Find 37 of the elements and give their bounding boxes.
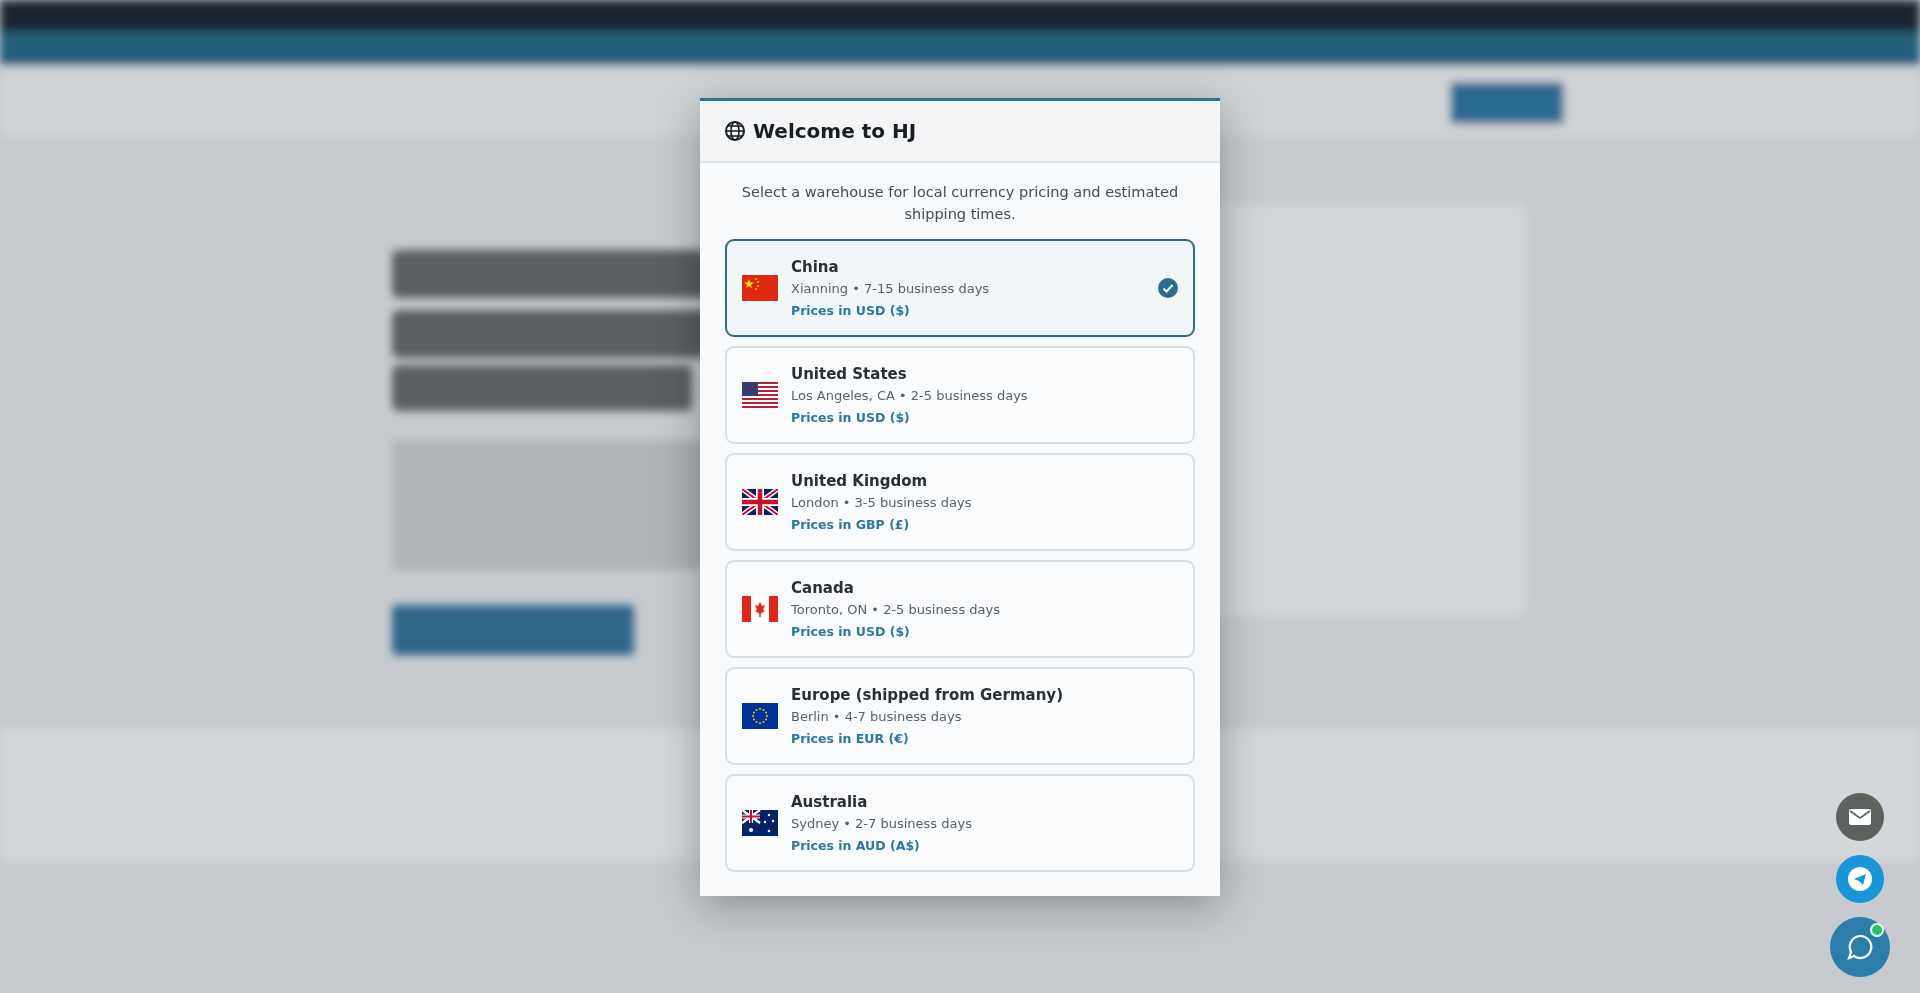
chat-bubble-icon xyxy=(1846,933,1874,961)
flag-icon xyxy=(742,382,778,408)
check-icon xyxy=(1158,278,1178,298)
warehouse-detail: Sydney • 2-7 business days xyxy=(791,816,973,831)
currency-label: Prices in USD ($) xyxy=(791,410,911,425)
currency-label: Prices in EUR (€) xyxy=(791,731,910,746)
warehouse-name: Canada xyxy=(791,579,855,597)
intro-text: Select a warehouse for local currency pricing and estimated shipping times. xyxy=(740,183,1180,224)
warehouse-name: Australia xyxy=(791,793,869,811)
telegram-icon xyxy=(1848,867,1872,891)
globe-icon xyxy=(725,121,745,141)
warehouse-detail: London • 3-5 business days xyxy=(791,495,973,510)
warehouse-detail: Berlin • 4-7 business days xyxy=(791,709,963,724)
flag-icon xyxy=(742,489,778,515)
currency-label: Prices in USD ($) xyxy=(791,624,911,639)
dialog-title: Welcome to HJ xyxy=(753,119,917,143)
warehouse-detail: Toronto, ON • 2-5 business days xyxy=(791,602,1001,617)
warehouse-option[interactable]: China Xianning • 7-15 business days Prices in USD ($) xyxy=(725,239,1195,337)
envelope-icon xyxy=(1849,809,1871,825)
flag-icon xyxy=(742,596,778,622)
currency-label: Prices in USD ($) xyxy=(791,303,911,318)
warehouse-option[interactable]: United Kingdom London • 3-5 business days Prices in GBP (£) xyxy=(725,453,1195,551)
currency-label: Prices in AUD (A$) xyxy=(791,838,921,853)
warehouse-name: China xyxy=(791,258,840,276)
warehouse-option[interactable]: Canada Toronto, ON • 2-5 business days Prices in USD ($) xyxy=(725,560,1195,658)
warehouse-detail: Xianning • 7-15 business days xyxy=(791,281,991,296)
warehouse-name: United Kingdom xyxy=(791,472,929,490)
warehouse-option[interactable]: United States Los Angeles, CA • 2-5 business days Prices in USD ($) xyxy=(725,346,1195,444)
warehouse-name: United States xyxy=(791,365,908,383)
flag-icon xyxy=(742,275,778,301)
warehouse-option[interactable]: Europe (shipped from Germany) Berlin • 4-7 business days Prices in EUR (€) xyxy=(725,667,1195,765)
warehouse-name: Europe (shipped from Germany) xyxy=(791,686,1064,704)
warehouse-option[interactable]: Australia Sydney • 2-7 business days Prices in AUD (A$) xyxy=(725,774,1195,872)
warehouse-detail: Los Angeles, CA • 2-5 business days xyxy=(791,388,1029,403)
currency-label: Prices in GBP (£) xyxy=(791,517,911,532)
flag-icon xyxy=(742,703,778,729)
flag-icon xyxy=(742,810,778,836)
